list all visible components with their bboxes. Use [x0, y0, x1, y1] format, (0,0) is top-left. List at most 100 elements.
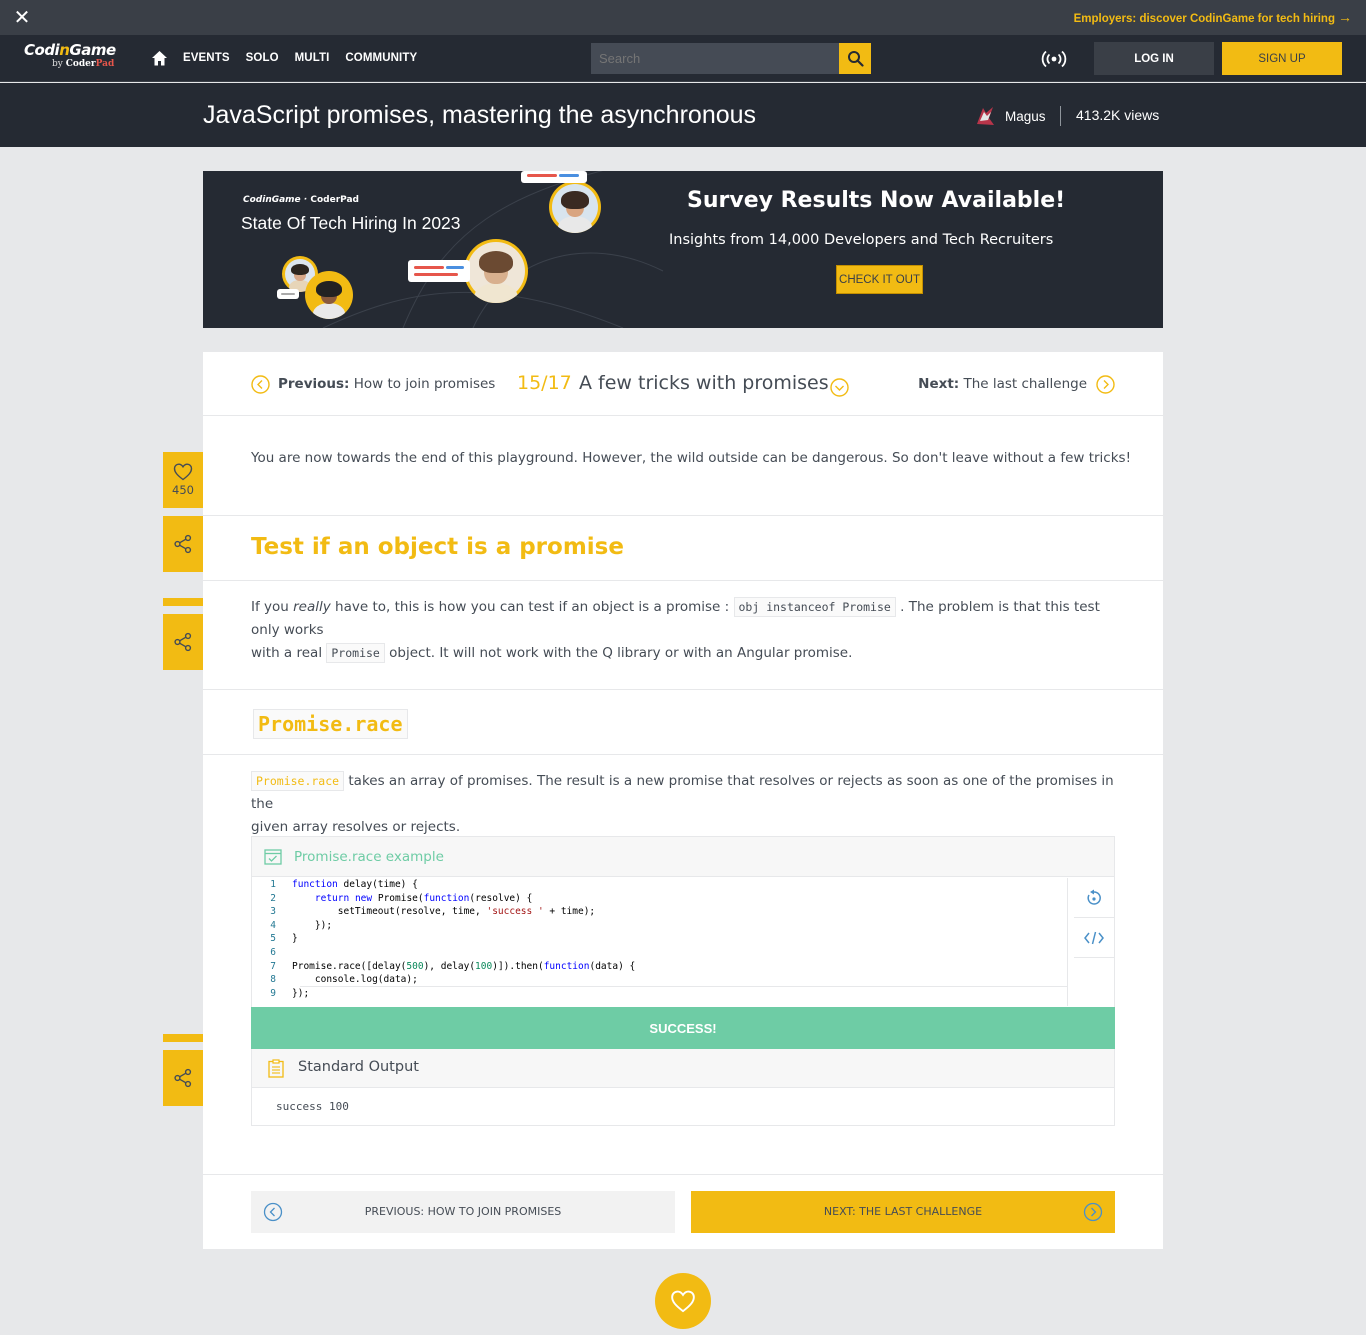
code-line: 6	[252, 946, 1067, 960]
code-line: 8 console.log(data);	[252, 973, 1067, 987]
logo-text-a: Codi	[24, 41, 60, 59]
code-line: 4 });	[252, 919, 1067, 933]
chat-chip	[521, 171, 587, 183]
output-title: Standard Output	[298, 1059, 419, 1075]
avatar	[977, 107, 994, 125]
share-icon	[174, 632, 192, 652]
line-number: 9	[270, 987, 276, 999]
clipboard-icon	[268, 1059, 284, 1078]
nav-community[interactable]: COMMUNITY	[345, 52, 417, 64]
editor-toolbar	[1074, 878, 1114, 960]
code-header: Promise.race example	[252, 837, 1114, 877]
playground-header: JavaScript promises, mastering the async…	[0, 83, 1366, 147]
line-number: 6	[270, 947, 276, 958]
banner-description: Insights from 14,000 Developers and Tech…	[669, 232, 1054, 248]
share-icon	[174, 1068, 192, 1088]
previous-lesson-button[interactable]: PREVIOUS: HOW TO JOIN PROMISES	[251, 1191, 675, 1233]
code-title: Promise.race example	[294, 849, 444, 865]
logo-text-c: Game	[69, 41, 116, 59]
signup-button[interactable]: SIGN UP	[1222, 42, 1342, 75]
text: with a real	[251, 645, 327, 661]
check-it-out-button[interactable]: CHECK IT OUT	[836, 265, 923, 294]
line-number: 8	[270, 974, 276, 986]
survey-banner[interactable]: CodinGame · CoderPad State Of Tech Hirin…	[203, 171, 1163, 328]
banner-title: Survey Results Now Available!	[687, 188, 1066, 213]
code-line: 5}	[252, 932, 1067, 946]
top-navbar: CodinGame by CoderPad EVENTS SOLO MULTI …	[0, 35, 1366, 82]
close-icon[interactable]: ✕	[12, 7, 32, 27]
next-lesson-button[interactable]: NEXT: THE LAST CHALLENGE	[691, 1191, 1115, 1233]
banner-brand-sep: ·	[300, 195, 311, 205]
lesson-title: A few tricks with promises	[579, 372, 829, 394]
nav-events[interactable]: EVENTS	[183, 52, 230, 64]
line-number: 4	[270, 919, 276, 931]
codingame-logo[interactable]: CodinGame by CoderPad	[24, 41, 134, 77]
heart-icon	[671, 1290, 695, 1312]
logo-by: by	[52, 59, 66, 69]
text: If you	[251, 599, 294, 615]
employers-promo-link[interactable]: Employers: discover CodinGame for tech h…	[1074, 9, 1352, 25]
chevron-right-icon[interactable]	[1096, 375, 1115, 394]
share-button[interactable]	[163, 614, 203, 670]
nav-multi[interactable]: MULTI	[295, 52, 330, 64]
page-title: JavaScript promises, mastering the async…	[203, 101, 757, 129]
line-number: 5	[270, 933, 276, 945]
output-header: Standard Output	[252, 1049, 1114, 1088]
current-line-highlight	[300, 986, 1067, 987]
broadcast-icon[interactable]	[1041, 49, 1067, 69]
code-icon	[1084, 931, 1104, 944]
emphasis: really	[293, 599, 331, 615]
inline-code: Promise.race	[251, 771, 345, 791]
line-number: 2	[270, 892, 276, 904]
code-editor[interactable]: 1 function delay(time) { 2 return new Pro…	[252, 878, 1068, 1006]
chevron-down-icon[interactable]	[830, 378, 849, 397]
text: takes an array of promises. The result i…	[251, 773, 1114, 812]
search-button[interactable]	[839, 43, 871, 74]
arrow-right-icon: →	[1338, 9, 1352, 25]
banner-brand: CodinGame · CoderPad	[243, 195, 359, 205]
output-text: success 100	[276, 1100, 349, 1113]
text: given array resolves or rejects.	[251, 819, 461, 835]
line-number: 3	[270, 906, 276, 918]
heart-icon	[173, 463, 193, 481]
share-button[interactable]	[163, 516, 203, 572]
share-icon	[174, 534, 192, 554]
search-icon	[847, 51, 864, 67]
search-input[interactable]	[591, 43, 839, 74]
like-button[interactable]: 450	[163, 452, 203, 508]
line-number: 1	[270, 879, 276, 890]
section2-paragraph: Promise.race takes an array of promises.…	[251, 770, 1121, 839]
next-prefix: Next:	[918, 376, 960, 392]
divider	[203, 754, 1163, 755]
run-status-bar: SUCCESS!	[251, 1007, 1115, 1049]
next-lesson-label: NEXT: THE LAST CHALLENGE	[823, 1205, 983, 1218]
inline-code: Promise	[326, 643, 385, 663]
login-button[interactable]: LOG IN	[1094, 42, 1214, 75]
previous-lesson-link[interactable]: Previous: How to join promises	[278, 376, 495, 392]
floating-like-button[interactable]	[655, 1273, 711, 1329]
divider	[203, 515, 1163, 516]
nav-solo[interactable]: SOLO	[246, 52, 279, 64]
reset-button[interactable]	[1074, 878, 1114, 918]
share-button[interactable]	[163, 1050, 203, 1106]
author-link[interactable]: Magus	[973, 104, 1046, 128]
next-title: The last challenge	[963, 376, 1087, 392]
line-number: 7	[270, 960, 276, 972]
promo-bar: ✕ Employers: discover CodinGame for tech…	[0, 0, 1366, 35]
person-photo	[464, 239, 528, 303]
reset-icon	[1087, 889, 1101, 905]
text: object. It will not work with the Q libr…	[384, 645, 853, 661]
logo-coder: Coder	[65, 59, 96, 69]
chevron-left-icon[interactable]	[251, 375, 270, 394]
view-code-button[interactable]	[1074, 918, 1114, 958]
lesson-card: Previous: How to join promises 15/17 A f…	[203, 352, 1163, 1249]
side-divider	[163, 598, 203, 606]
chevron-right-icon	[1083, 1202, 1103, 1222]
next-lesson-link[interactable]: Next: The last challenge	[918, 376, 1087, 392]
lesson-navigation: Previous: How to join promises 15/17 A f…	[203, 352, 1163, 416]
lesson-counter: 15/17	[517, 372, 572, 394]
home-icon[interactable]	[151, 50, 168, 67]
run-check-icon	[264, 849, 282, 865]
code-line: 7 Promise.race([delay(500), delay(100)]).…	[252, 960, 1067, 974]
banner-brand-a: CodinGame	[243, 195, 301, 205]
